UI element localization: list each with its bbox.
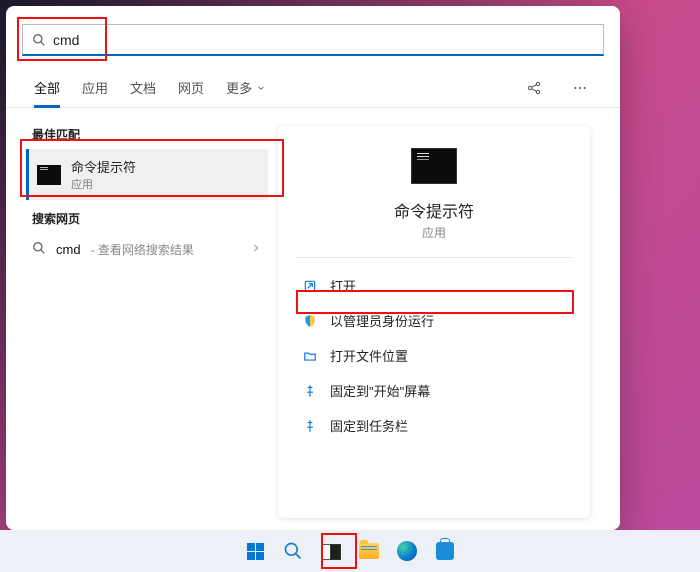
action-label: 打开 — [330, 276, 356, 295]
action-open-location[interactable]: 打开文件位置 — [296, 338, 572, 373]
preview-title: 命令提示符 — [394, 198, 474, 222]
tab-web[interactable]: 网页 — [178, 68, 204, 107]
action-pin-start[interactable]: 固定到"开始"屏幕 — [296, 373, 572, 408]
store-icon — [436, 542, 454, 560]
tab-apps[interactable]: 应用 — [82, 68, 108, 107]
edge-button[interactable] — [390, 534, 424, 568]
pin-icon — [302, 383, 318, 399]
share-icon[interactable] — [522, 76, 546, 100]
action-label: 固定到"开始"屏幕 — [330, 381, 430, 400]
more-options-icon[interactable] — [568, 76, 592, 100]
best-match-item[interactable]: 命令提示符 应用 — [26, 149, 268, 200]
filter-tabs: 全部 应用 文档 网页 更多 — [6, 68, 620, 108]
best-match-header: 最佳匹配 — [32, 126, 268, 143]
web-search-item[interactable]: cmd - 查看网络搜索结果 — [26, 233, 268, 266]
actions-list: 打开 以管理员身份运行 打开文件位置 — [296, 268, 572, 443]
taskbar-search-button[interactable] — [276, 534, 310, 568]
search-bar[interactable] — [22, 24, 604, 56]
edge-icon — [397, 541, 417, 561]
search-icon — [32, 241, 46, 258]
preview-column: 命令提示符 应用 打开 — [278, 108, 620, 530]
search-bar-container — [6, 6, 620, 68]
cmd-icon — [411, 148, 457, 184]
folder-icon — [359, 543, 379, 559]
search-input[interactable] — [47, 32, 595, 48]
search-window: 全部 应用 文档 网页 更多 最佳匹配 命令提示符 — [6, 6, 620, 530]
search-web-header: 搜索网页 — [32, 210, 268, 227]
action-label: 打开文件位置 — [330, 346, 408, 365]
shield-icon — [302, 313, 318, 329]
taskbar — [0, 530, 700, 572]
action-label: 固定到任务栏 — [330, 416, 408, 435]
tab-more[interactable]: 更多 — [226, 68, 266, 107]
windows-logo-icon — [247, 543, 264, 560]
folder-icon — [302, 348, 318, 364]
best-match-subtitle: 应用 — [71, 176, 136, 192]
preview-card: 命令提示符 应用 打开 — [278, 126, 590, 518]
open-icon — [302, 278, 318, 294]
start-button[interactable] — [238, 534, 272, 568]
action-label: 以管理员身份运行 — [330, 311, 434, 330]
action-pin-taskbar[interactable]: 固定到任务栏 — [296, 408, 572, 443]
cmd-icon — [37, 165, 61, 185]
taskview-button[interactable] — [314, 534, 348, 568]
pin-icon — [302, 418, 318, 434]
search-icon — [31, 32, 47, 48]
preview-subtitle: 应用 — [422, 224, 446, 241]
tab-documents[interactable]: 文档 — [130, 68, 156, 107]
search-icon — [283, 541, 303, 561]
action-run-admin[interactable]: 以管理员身份运行 — [296, 303, 572, 338]
store-button[interactable] — [428, 534, 462, 568]
file-explorer-button[interactable] — [352, 534, 386, 568]
web-search-term: cmd — [56, 242, 81, 257]
best-match-title: 命令提示符 — [71, 157, 136, 176]
taskview-icon — [321, 544, 341, 558]
chevron-right-icon — [250, 242, 262, 257]
results-column: 最佳匹配 命令提示符 应用 搜索网页 cmd - 查看网络搜索结果 — [6, 108, 278, 530]
action-open[interactable]: 打开 — [296, 268, 572, 303]
web-search-suffix: - 查看网络搜索结果 — [91, 241, 194, 258]
tab-all[interactable]: 全部 — [34, 68, 60, 107]
